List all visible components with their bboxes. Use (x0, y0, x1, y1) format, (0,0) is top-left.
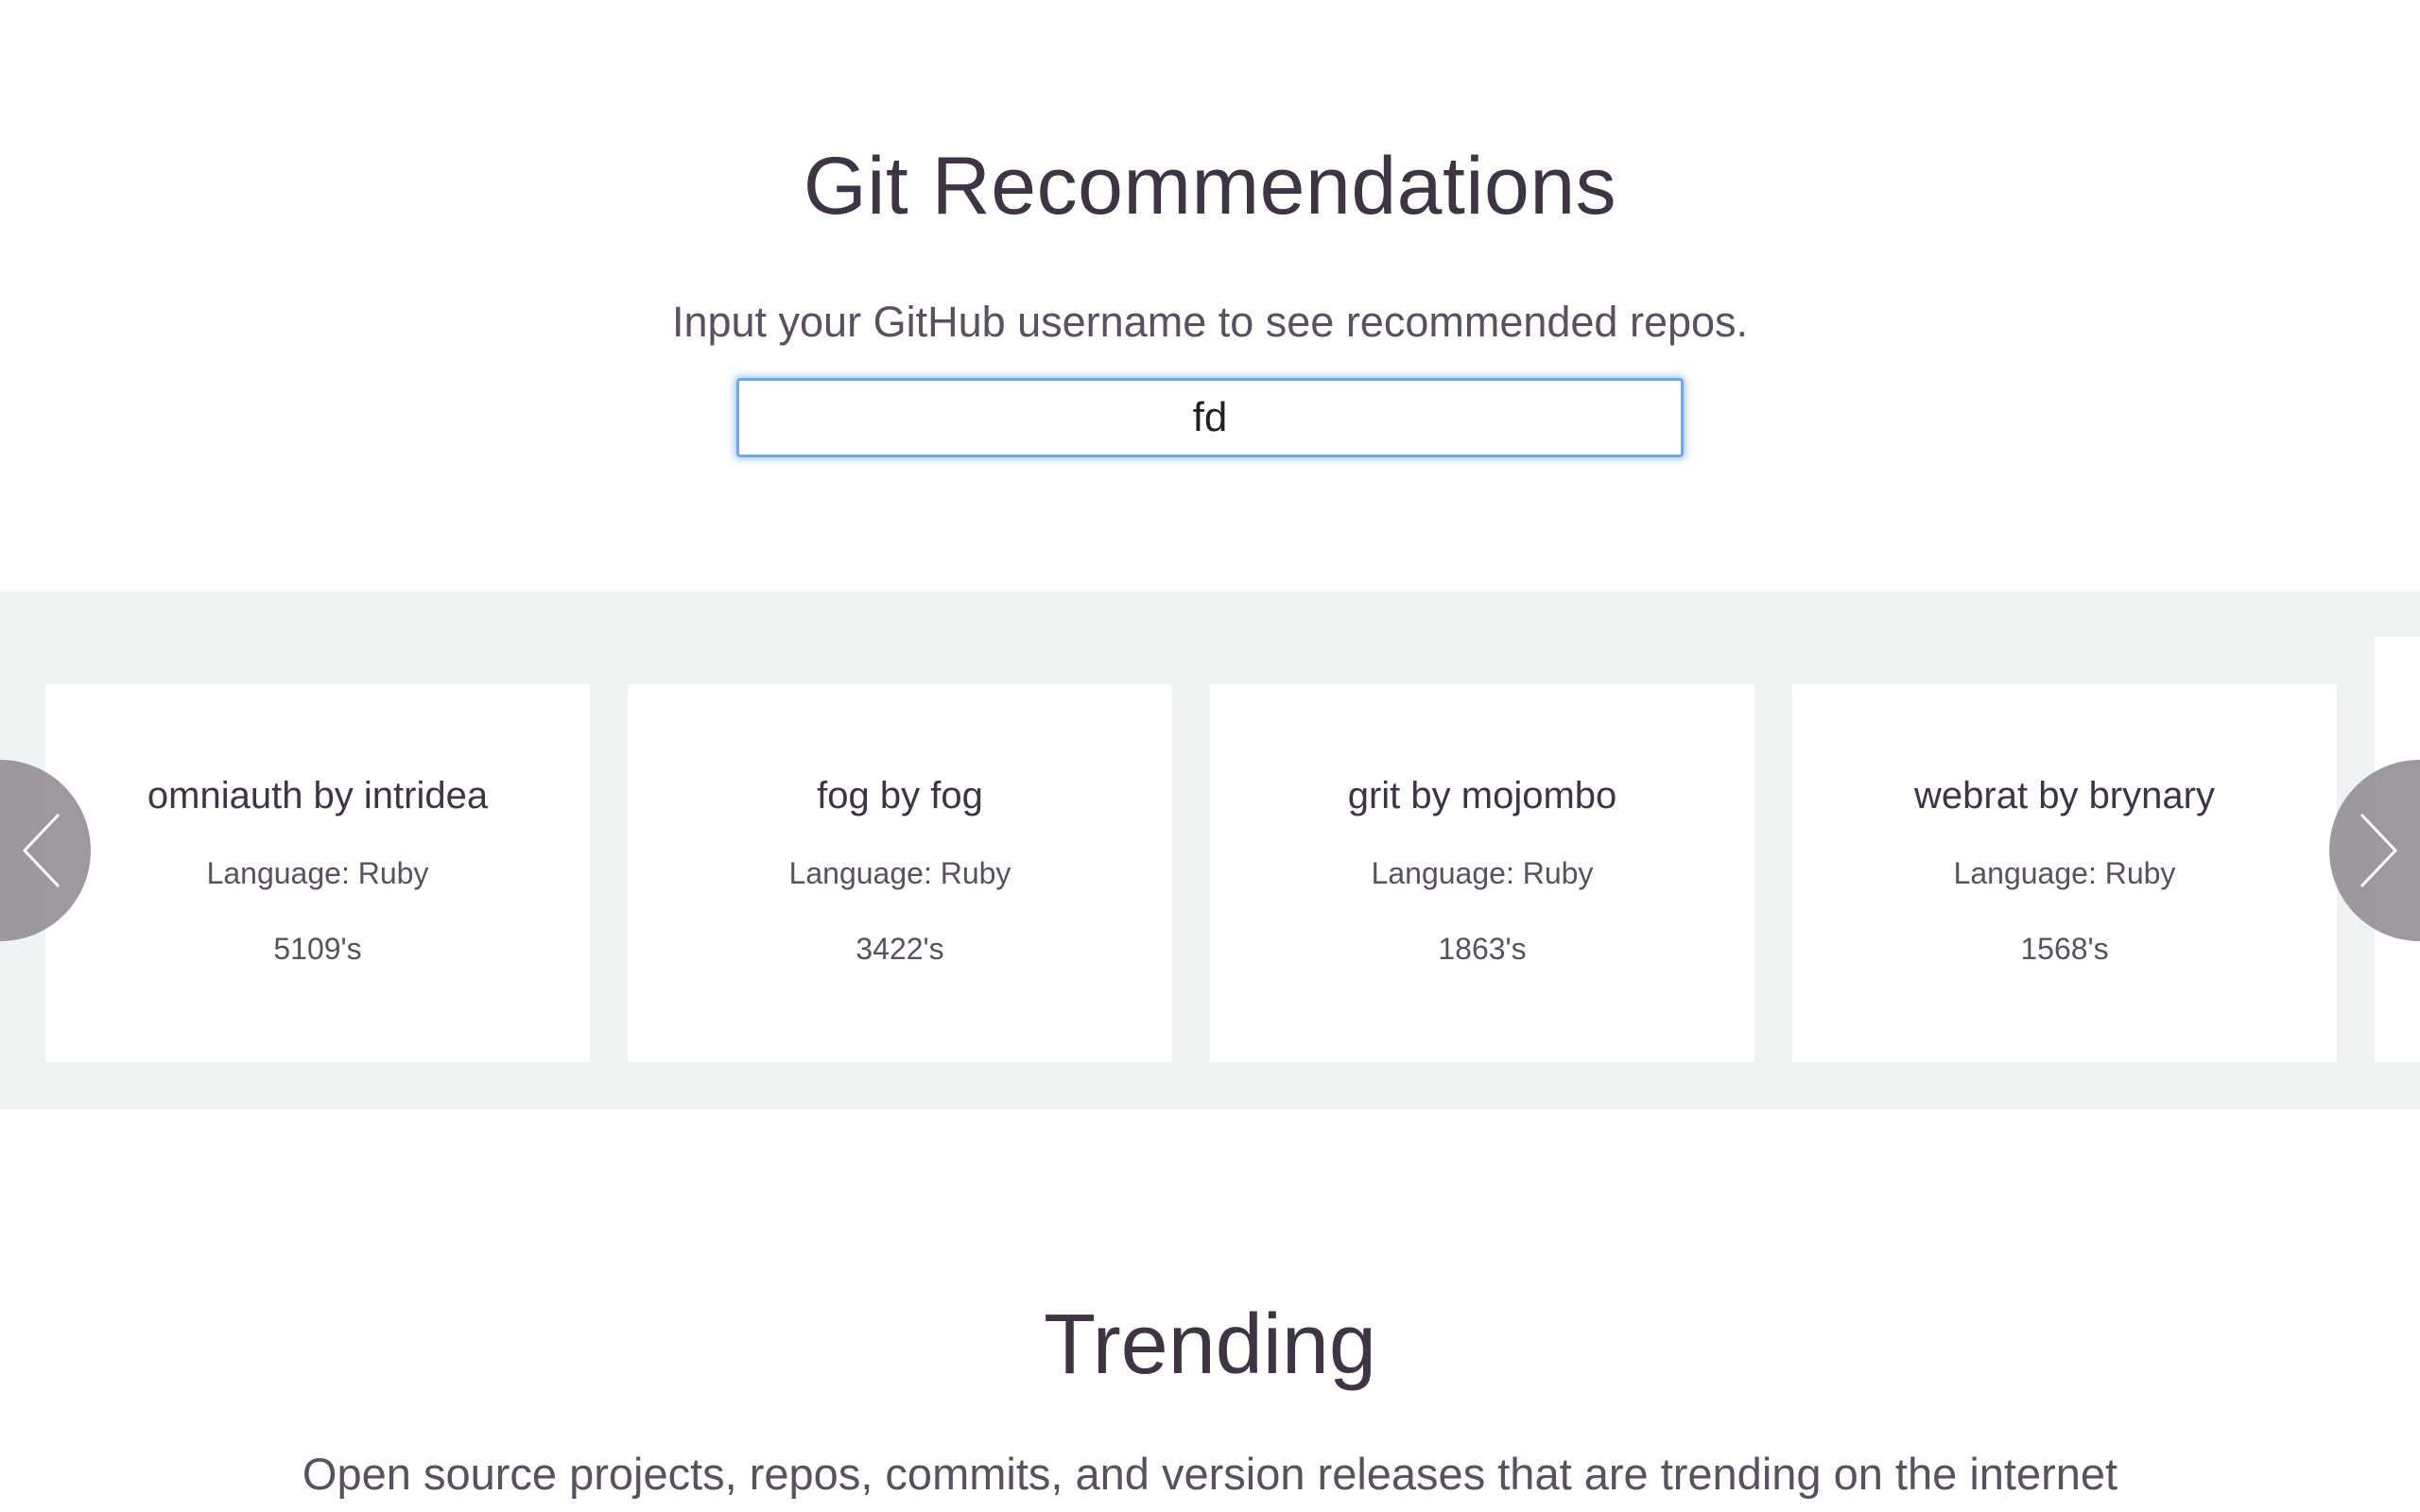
repo-stars: 1863's (1438, 932, 1527, 966)
trending-title: Trending (1044, 1297, 1376, 1392)
repo-title: fog by fog (817, 775, 983, 816)
page: Git Recommendations Input your GitHub us… (0, 0, 2420, 1512)
repo-card[interactable]: webrat by brynary Language: Ruby 1568's (1792, 684, 2337, 1062)
repo-title: webrat by brynary (1914, 775, 2215, 816)
repo-card[interactable]: omniauth by intridea Language: Ruby 5109… (45, 684, 590, 1062)
page-title: Git Recommendations (803, 141, 1617, 232)
repo-card[interactable]: grit by mojombo Language: Ruby 1863's (1210, 684, 1754, 1062)
chevron-left-icon (22, 813, 60, 888)
repo-title: grit by mojombo (1347, 775, 1617, 816)
repo-stars: 5109's (273, 932, 362, 966)
hero-section: Git Recommendations Input your GitHub us… (0, 0, 2420, 592)
repo-language: Language: Ruby (788, 856, 1011, 890)
repo-language: Language: Ruby (206, 856, 429, 890)
username-input[interactable] (736, 378, 1684, 457)
repo-language: Language: Ruby (1953, 856, 2176, 890)
repo-language: Language: Ruby (1371, 856, 1594, 890)
chevron-right-icon (2360, 813, 2398, 888)
carousel-next-button[interactable] (2329, 760, 2420, 941)
trending-section: Trending Open source projects, repos, co… (0, 1109, 2420, 1512)
trending-subtitle: Open source projects, repos, commits, an… (302, 1449, 2118, 1499)
repo-stars: 3422's (856, 932, 944, 966)
recommendations-carousel: omniauth by intridea Language: Ruby 5109… (0, 592, 2420, 1109)
repo-title: omniauth by intridea (147, 775, 489, 816)
page-subtitle: Input your GitHub username to see recomm… (671, 298, 1749, 346)
repo-stars: 1568's (2020, 932, 2109, 966)
repo-card[interactable]: fog by fog Language: Ruby 3422's (628, 684, 1172, 1062)
